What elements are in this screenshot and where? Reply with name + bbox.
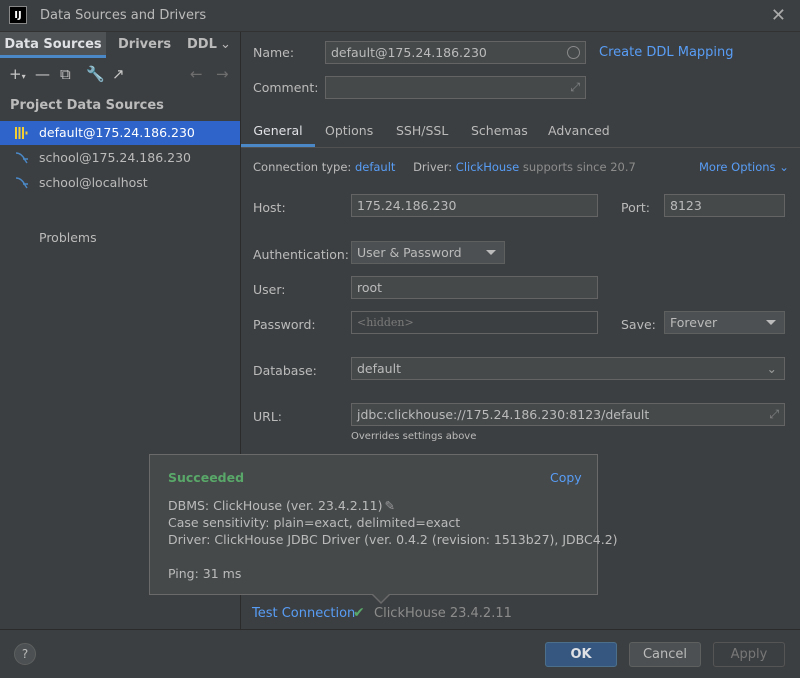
data-source-item[interactable]: school@175.24.186.230 [0,146,240,170]
popup-pointer-inner [373,594,389,602]
clickhouse-icon [15,127,28,139]
host-label: Host: [253,200,286,215]
data-source-label: school@localhost [39,175,148,190]
user-label: User: [253,282,286,297]
test-result: ClickHouse 23.4.2.11 [374,606,512,621]
driver-note: supports since 20.7 [522,160,636,174]
connection-type-label: Connection type: [253,160,352,174]
test-connection-link[interactable]: Test Connection [252,606,355,621]
help-button[interactable]: ? [14,643,36,665]
tabs-divider [241,147,800,148]
tab-options[interactable]: Options [325,123,373,138]
comment-label: Comment: [253,80,319,95]
save-value: Forever [670,315,718,330]
case-sensitivity-line: Case sensitivity: plain=exact, delimited… [168,515,461,530]
port-label: Port: [621,200,650,215]
name-value: default@175.24.186.230 [331,45,487,60]
password-field[interactable]: <hidden> [351,311,598,334]
remove-icon[interactable]: — [35,65,50,83]
chevron-down-icon[interactable]: ⌄ [767,358,777,379]
save-label: Save: [621,317,656,332]
connection-result-popup: Succeeded Copy DBMS: ClickHouse (ver. 23… [149,454,618,595]
authentication-value: User & Password [357,245,462,260]
authentication-select[interactable]: User & Password [351,241,505,264]
tab-ddl[interactable]: DDL [187,32,217,58]
driver-line: Driver: ClickHouse JDBC Driver (ver. 0.4… [168,532,618,547]
database-label: Database: [253,363,317,378]
data-source-item[interactable]: default@175.24.186.230 [0,121,240,145]
data-source-label: school@175.24.186.230 [39,150,191,165]
apply-button[interactable]: Apply [713,642,785,667]
driver-label: Driver: [413,160,453,174]
database-field[interactable]: default ⌄ [351,357,785,380]
tab-ssh-ssl[interactable]: SSH/SSL [396,123,448,138]
save-select[interactable]: Forever [664,311,785,334]
project-data-sources-heading: Project Data Sources [10,98,164,113]
authentication-label: Authentication: [253,247,349,262]
url-field[interactable]: jdbc:clickhouse://175.24.186.230:8123/de… [351,403,785,426]
title-bar: IJ Data Sources and Drivers ✕ [0,0,800,32]
expand-icon[interactable]: ⤢ [570,77,580,98]
close-icon[interactable]: ✕ [771,5,786,26]
port-field[interactable]: 8123 [664,194,785,217]
mysql-icon [15,152,28,164]
dropdown-arrow-icon [766,320,776,325]
chevron-down-icon[interactable]: ⌄ [220,32,231,58]
connection-type-row: Connection type: default Driver: ClickHo… [253,160,636,174]
tab-drivers[interactable]: Drivers [118,32,171,58]
tab-general[interactable]: General [241,123,315,147]
dbms-line: DBMS: ClickHouse (ver. 23.4.2.11) ✎ [168,498,395,513]
create-ddl-mapping-link[interactable]: Create DDL Mapping [599,45,734,60]
url-note: Overrides settings above [351,431,477,442]
comment-field[interactable]: ⤢ [325,76,586,99]
forward-arrow-icon[interactable]: → [216,65,229,83]
dropdown-arrow-icon [486,250,496,255]
copy-link[interactable]: Copy [550,470,582,485]
expand-icon[interactable]: ⤢ [769,404,779,425]
tab-advanced[interactable]: Advanced [548,123,610,138]
tab-data-sources[interactable]: Data Sources [0,32,106,58]
ping-line: Ping: 31 ms [168,566,242,581]
dbms-text: DBMS: ClickHouse (ver. 23.4.2.11) [168,498,383,513]
app-logo-icon: IJ [9,6,27,24]
color-circle-icon[interactable] [567,46,580,59]
more-options-link[interactable]: More Options ⌄ [699,160,789,174]
cancel-button[interactable]: Cancel [629,642,701,667]
jump-to-icon[interactable]: ↗ [112,65,125,83]
bottom-bar: ? OK Cancel Apply [0,629,800,678]
password-label: Password: [253,317,316,332]
chevron-down-icon: ⌄ [779,160,789,174]
more-options-label: More Options [699,160,776,174]
wrench-icon[interactable]: 🔧 [86,65,105,83]
status-text: Succeeded [168,470,245,485]
user-field[interactable]: root [351,276,598,299]
data-source-item[interactable]: school@localhost [0,171,240,195]
pencil-icon[interactable]: ✎ [384,498,394,513]
driver-link[interactable]: ClickHouse [456,160,519,174]
name-label: Name: [253,45,295,60]
data-source-label: default@175.24.186.230 [39,125,195,140]
ok-button[interactable]: OK [545,642,617,667]
add-icon[interactable]: +▾ [9,65,26,83]
connection-type-value[interactable]: default [355,160,395,174]
name-field[interactable]: default@175.24.186.230 [325,41,586,64]
window-title: Data Sources and Drivers [40,8,207,23]
url-value: jdbc:clickhouse://175.24.186.230:8123/de… [357,407,650,422]
mysql-icon [15,177,28,189]
back-arrow-icon[interactable]: ← [190,65,203,83]
problems-item[interactable]: Problems [39,230,97,245]
checkmark-icon: ✔ [353,605,365,621]
url-label: URL: [253,409,283,424]
duplicate-icon[interactable]: ⧉ [60,65,71,83]
database-value: default [357,361,401,376]
host-field[interactable]: 175.24.186.230 [351,194,598,217]
tab-schemas[interactable]: Schemas [471,123,528,138]
